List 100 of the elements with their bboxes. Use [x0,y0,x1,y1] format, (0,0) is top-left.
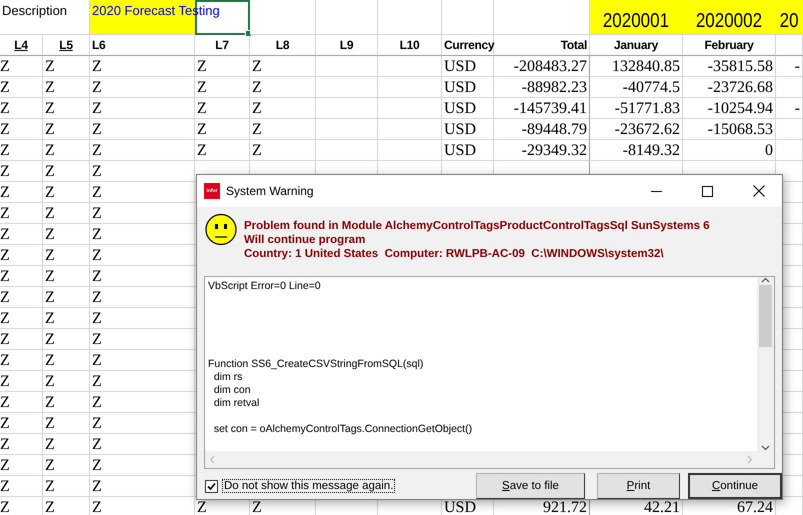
highlighted-cell: 20 [776,0,803,35]
table-cell: Z [0,413,43,434]
table-cell: -88982.23 [494,77,590,98]
table-cell: Z [90,287,195,308]
table-cell: Z [43,350,90,371]
table-cell: Z [195,98,250,119]
scroll-up-icon[interactable] [761,277,770,283]
table-cell: Z [90,245,195,266]
table-cell: Z [43,329,90,350]
table-cell: Z [195,140,250,161]
table-cell [776,140,803,161]
table-cell: -15068.53 [683,119,776,140]
table-cell: 132840.85 [590,56,683,77]
table-cell: Z [43,308,90,329]
table-cell: Z [43,161,90,182]
table-cell: Z [0,161,43,182]
column-header: L10 [378,35,442,56]
highlighted-cell: 2020002 [683,0,776,35]
table-cell: Z [90,455,195,476]
table-cell: Z [90,98,195,119]
table-cell: Z [250,119,316,140]
table-cell: Z [43,98,90,119]
table-cell: Z [90,350,195,371]
table-cell [316,98,378,119]
table-cell: Z [250,56,316,77]
warning-message: Problem found in Module AlchemyControlTagsProductControlTagsSql SunSystems 6 [244,219,710,233]
table-cell: Z [43,497,90,515]
column-header: L8 [250,35,316,56]
table-cell: USD [442,77,494,98]
maximize-icon[interactable] [702,186,713,196]
table-cell: -35815.58 [683,56,776,77]
table-cell [776,77,803,98]
table-cell: Z [90,161,195,182]
table-cell: Z [90,266,195,287]
warning-message: Will continue program [244,233,366,247]
checkbox[interactable] [205,480,218,492]
table-cell: Z [195,77,250,98]
table-cell: Z [0,392,43,413]
table-cell: Z [43,266,90,287]
details-text-field[interactable]: VbScript Error=0 Line=0 Function SS6_CreateCSVStringFromSQL(sql) dim rs dim con dim retval set con = oAlchemyControlTags.ConnectionGetObject() [204,276,775,469]
dialog-button[interactable]: Continue [688,473,782,499]
table-cell [378,56,442,77]
table-cell: Z [43,140,90,161]
table-cell: Z [90,308,195,329]
table-cell [378,77,442,98]
column-header: L4 [0,35,43,56]
table-cell: USD [442,119,494,140]
vertical-scrollbar[interactable] [757,277,774,451]
table-cell: Z [43,455,90,476]
highlighted-cell: 2020001 [590,0,683,35]
table-cell: Z [90,497,195,515]
table-cell: -51771.83 [590,98,683,119]
table-cell: Z [90,413,195,434]
table-cell: Z [43,203,90,224]
table-cell: Z [43,224,90,245]
table-cell: USD [442,56,494,77]
table-cell: -208483.27 [494,56,590,77]
table-cell: -145739.41 [494,98,590,119]
dialog-button[interactable]: Save to file [476,473,585,499]
table-cell: -29349.32 [494,140,590,161]
column-header: Total [494,35,590,56]
column-header: Currency [442,35,494,56]
table-cell: Z [43,182,90,203]
table-cell: Z [0,371,43,392]
table-cell: Z [0,308,43,329]
table-cell: Z [43,119,90,140]
table-cell: Z [0,140,43,161]
column-header: L7 [195,35,250,56]
checkbox-label[interactable]: Do not show this message again. [222,479,396,493]
table-cell: -40774.5 [590,77,683,98]
table-cell: Z [43,434,90,455]
table-cell: Z [43,413,90,434]
table-cell: Z [43,245,90,266]
table-cell: -23726.68 [683,77,776,98]
table-cell [316,56,378,77]
table-cell: Z [0,476,43,497]
table-cell: Z [195,119,250,140]
table-cell: -8149.32 [590,140,683,161]
table-cell: -89448.79 [494,119,590,140]
scroll-down-icon[interactable] [761,445,770,451]
sheet-cell: Description [0,0,90,35]
table-cell: - [776,56,803,77]
table-cell: Z [0,329,43,350]
table-cell: Z [90,434,195,455]
table-cell: Z [43,287,90,308]
table-cell: -10254.94 [683,98,776,119]
neutral-face-icon [205,213,237,246]
close-icon[interactable] [753,185,765,197]
dialog-button[interactable]: Print [597,473,680,499]
table-cell: Z [90,140,195,161]
column-header: February [683,35,776,56]
table-cell: Z [0,350,43,371]
table-cell: Z [0,434,43,455]
table-cell: Z [0,182,43,203]
table-cell: Z [43,77,90,98]
column-header: January [590,35,683,56]
table-cell: USD [442,140,494,161]
table-cell: Z [90,56,195,77]
table-cell: Z [0,119,43,140]
table-cell: Z [43,392,90,413]
